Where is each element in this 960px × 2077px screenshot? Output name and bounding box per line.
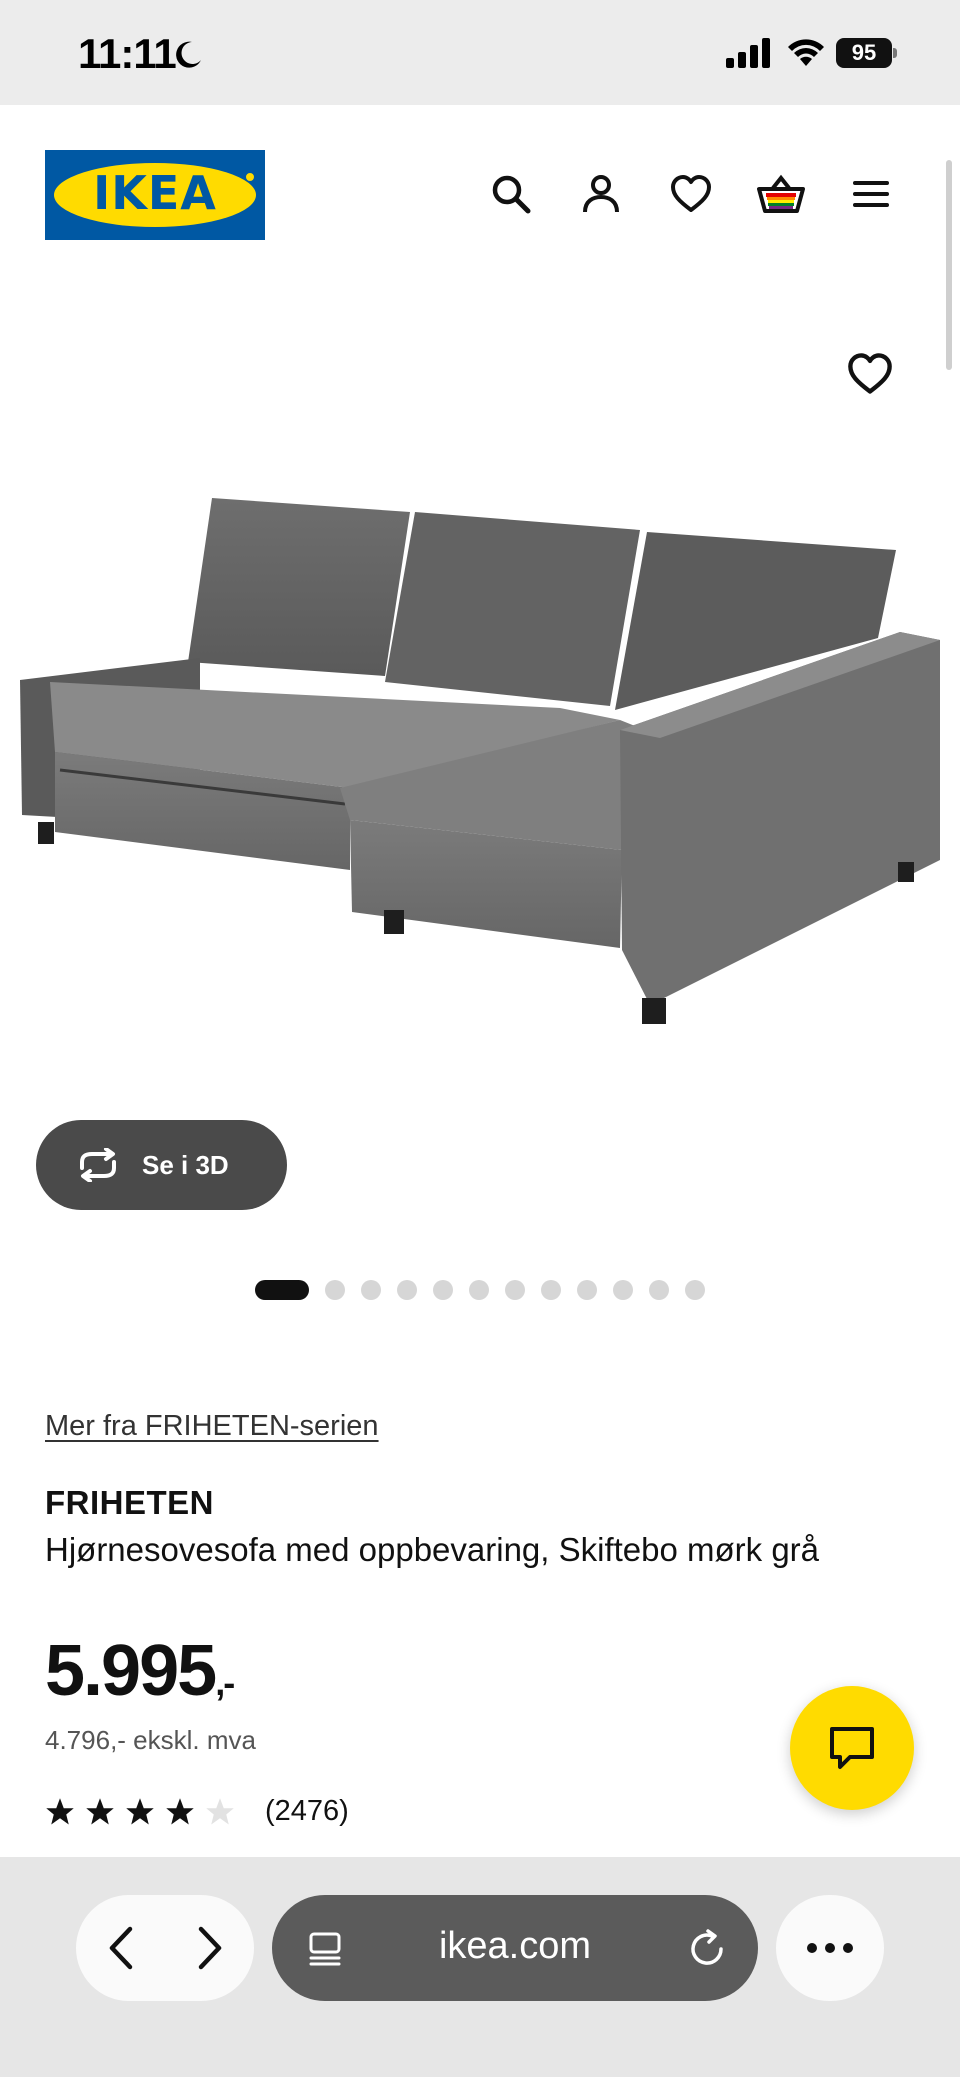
star-filled-icon xyxy=(126,1797,154,1824)
chat-button[interactable] xyxy=(790,1686,914,1810)
product-favourite-button[interactable] xyxy=(846,352,894,400)
heart-icon xyxy=(671,175,711,212)
back-chevron-icon[interactable] xyxy=(106,1925,136,1971)
cellular-signal-icon xyxy=(726,38,770,68)
image-carousel-dots xyxy=(0,1280,960,1300)
status-time: 11:11 xyxy=(78,30,177,77)
carousel-dot[interactable] xyxy=(613,1280,633,1300)
carousel-dot[interactable] xyxy=(685,1280,705,1300)
carousel-dot[interactable] xyxy=(541,1280,561,1300)
price-suffix: ,- xyxy=(215,1662,235,1703)
search-icon xyxy=(492,175,531,214)
product-rating[interactable]: (2476) xyxy=(45,1795,349,1828)
star-filled-icon xyxy=(86,1797,114,1824)
product-image-sofa[interactable] xyxy=(0,470,960,1110)
address-bar[interactable]: ikea.com xyxy=(272,1895,758,2001)
star-filled-icon xyxy=(166,1797,194,1824)
view-in-3d-label: Se i 3D xyxy=(142,1149,229,1180)
do-not-disturb-moon-icon xyxy=(176,41,201,68)
logo-registered-mark xyxy=(245,172,255,182)
forward-chevron-icon[interactable] xyxy=(195,1925,225,1971)
logo-text: IKEA xyxy=(93,166,217,220)
more-options-button[interactable] xyxy=(776,1895,884,2001)
reload-icon[interactable] xyxy=(686,1927,728,1969)
cart-button[interactable] xyxy=(756,169,806,219)
battery-tip xyxy=(893,48,897,58)
ikea-logo[interactable]: IKEA xyxy=(45,150,265,240)
rotate-3d-icon xyxy=(80,1148,116,1182)
battery-level: 95 xyxy=(836,38,892,68)
carousel-dot[interactable] xyxy=(649,1280,669,1300)
view-in-3d-button[interactable]: Se i 3D xyxy=(36,1120,287,1210)
browser-toolbar: ikea.com xyxy=(0,1857,960,2077)
menu-button[interactable] xyxy=(846,169,896,219)
price-amount: 5.995 xyxy=(45,1631,217,1711)
star-empty-icon xyxy=(206,1797,234,1824)
carousel-dot[interactable] xyxy=(361,1280,381,1300)
price-excluding-vat: 4.796,- ekskl. mva xyxy=(45,1725,256,1755)
search-button[interactable] xyxy=(486,169,536,219)
navigation-buttons xyxy=(76,1895,254,2001)
page-scrollbar[interactable] xyxy=(946,160,952,370)
carousel-dot[interactable] xyxy=(433,1280,453,1300)
carousel-dot[interactable] xyxy=(469,1280,489,1300)
heart-icon xyxy=(848,353,892,394)
wifi-icon xyxy=(788,39,824,66)
shopping-bag-icon xyxy=(757,174,805,213)
hamburger-menu-icon xyxy=(853,181,889,207)
more-dots-icon xyxy=(807,1943,853,1953)
site-header: IKEA xyxy=(0,105,960,285)
chat-bubble-icon xyxy=(830,1727,874,1769)
carousel-dot-active[interactable] xyxy=(255,1280,309,1300)
star-filled-icon xyxy=(46,1797,74,1824)
favourites-button[interactable] xyxy=(666,169,716,219)
carousel-dot[interactable] xyxy=(325,1280,345,1300)
battery-indicator: 95 xyxy=(836,38,897,68)
carousel-dot[interactable] xyxy=(505,1280,525,1300)
carousel-dot[interactable] xyxy=(397,1280,417,1300)
status-bar: 11:11 95 xyxy=(0,0,960,105)
account-button[interactable] xyxy=(576,169,626,219)
product-name: FRIHETEN xyxy=(45,1484,214,1521)
product-price: 5.995,- xyxy=(45,1630,235,1724)
account-icon xyxy=(583,175,619,213)
series-link[interactable]: Mer fra FRIHETEN-serien xyxy=(45,1410,379,1443)
rating-count: (2476) xyxy=(265,1795,349,1827)
product-description: Hjørnesovesofa med oppbevaring, Skiftebo… xyxy=(45,1531,820,1568)
carousel-dot[interactable] xyxy=(577,1280,597,1300)
